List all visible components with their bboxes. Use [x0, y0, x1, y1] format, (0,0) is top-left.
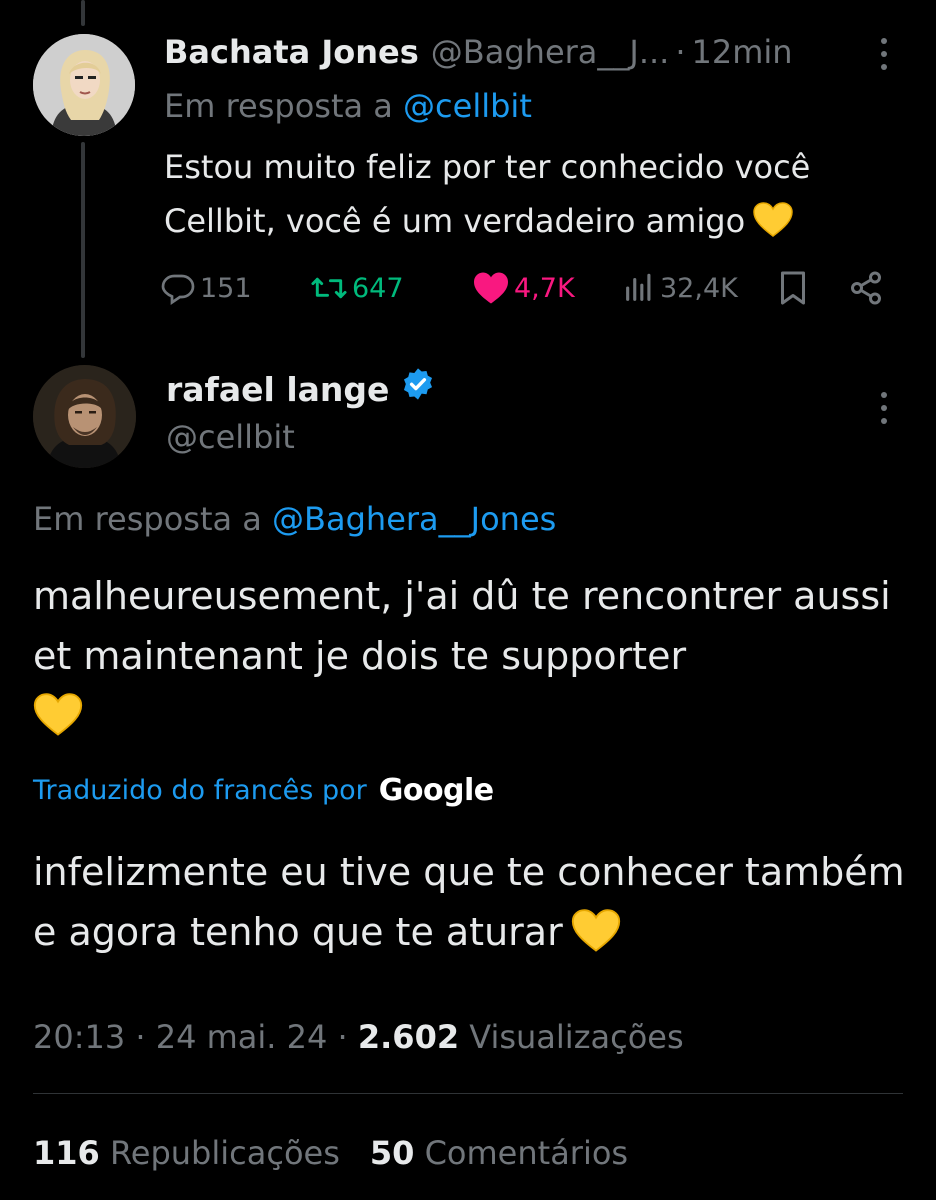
like-button[interactable]: 4,7K — [472, 262, 575, 314]
views-icon — [622, 271, 656, 305]
bookmark-icon — [778, 270, 808, 306]
reply-tweet-header: Bachata Jones @Baghera__J... · 12min — [164, 30, 904, 74]
views-button[interactable]: 32,4K — [622, 262, 738, 314]
yellow-heart-emoji — [33, 693, 83, 754]
divider — [33, 1093, 903, 1094]
author-name[interactable]: Bachata Jones — [164, 30, 419, 74]
thread-connector-top — [81, 0, 85, 26]
replying-prefix: Em resposta a — [164, 87, 393, 125]
google-logo: Google — [378, 773, 494, 808]
translated-text-content: infelizmente eu tive que te conhecer tam… — [33, 850, 905, 954]
separator-dot: · — [675, 33, 686, 71]
translation-label[interactable]: Traduzido do francês por — [33, 768, 367, 814]
engagement-stats: 116 Republicações 50 Comentários — [33, 1130, 628, 1176]
replying-to: Em resposta a @cellbit — [164, 84, 532, 128]
reply-button[interactable]: 151 — [160, 262, 252, 314]
translation-attribution[interactable]: Traduzido do francês por Google — [33, 768, 494, 814]
tweet-thread: Bachata Jones @Baghera__J... · 12min Em … — [0, 0, 936, 1200]
reposts-count: 116 — [33, 1134, 100, 1172]
tweet-text-content: malheureusement, j'ai dû te rencontrer a… — [33, 574, 891, 678]
separator-dot: · — [135, 1018, 146, 1056]
more-icon[interactable] — [874, 388, 894, 428]
thread-connector — [81, 142, 85, 358]
author-handle[interactable]: @Baghera__J... — [431, 30, 670, 74]
share-button[interactable] — [848, 262, 884, 314]
mention-link[interactable]: @Baghera__Jones — [272, 500, 556, 538]
author-handle[interactable]: @cellbit — [166, 414, 295, 460]
tweet-text: malheureusement, j'ai dû te rencontrer a… — [33, 566, 913, 754]
tweet-text-content: Estou muito feliz por ter conhecido você… — [164, 148, 811, 240]
author-name[interactable]: rafael lange — [166, 366, 389, 414]
views-label: Visualizações — [469, 1018, 684, 1056]
comments-stat[interactable]: 50 Comentários — [370, 1134, 628, 1172]
share-icon — [848, 270, 884, 306]
reposts-label: Republicações — [109, 1134, 340, 1172]
yellow-heart-emoji — [753, 200, 793, 254]
comments-count: 50 — [369, 1134, 415, 1172]
comments-label: Comentários — [424, 1134, 629, 1172]
tweet-date[interactable]: 24 mai. 24 — [156, 1018, 328, 1056]
repost-button[interactable]: 647 — [310, 262, 404, 314]
bookmark-button[interactable] — [778, 262, 808, 314]
verified-badge-icon[interactable] — [401, 366, 435, 414]
like-count: 4,7K — [514, 272, 575, 304]
mention-link[interactable]: @cellbit — [403, 87, 532, 125]
tweet-text: Estou muito feliz por ter conhecido você… — [164, 140, 884, 254]
replying-prefix: Em resposta a — [33, 500, 262, 538]
reply-icon — [160, 270, 196, 306]
author-name-row: rafael lange — [166, 366, 435, 414]
replying-to: Em resposta a @Baghera__Jones — [33, 496, 556, 542]
views-count: 32,4K — [660, 272, 738, 304]
action-bar: 151 647 4,7K 32,4K — [160, 262, 900, 314]
separator-dot: · — [337, 1018, 348, 1056]
repost-count: 647 — [352, 272, 404, 304]
tweet-meta: 20:13 · 24 mai. 24 · 2.602 Visualizações — [33, 1014, 684, 1060]
retweet-icon — [310, 270, 348, 306]
views-count: 2.602 — [357, 1018, 460, 1056]
avatar[interactable] — [33, 365, 136, 468]
tweet-time[interactable]: 12min — [692, 30, 793, 74]
avatar[interactable] — [33, 34, 135, 136]
reposts-stat[interactable]: 116 Republicações — [33, 1134, 340, 1172]
reply-count: 151 — [200, 272, 252, 304]
yellow-heart-emoji — [571, 909, 621, 970]
more-icon[interactable] — [874, 34, 894, 74]
translated-text: infelizmente eu tive que te conhecer tam… — [33, 842, 913, 970]
tweet-time[interactable]: 20:13 — [33, 1018, 125, 1056]
heart-icon — [472, 271, 510, 305]
